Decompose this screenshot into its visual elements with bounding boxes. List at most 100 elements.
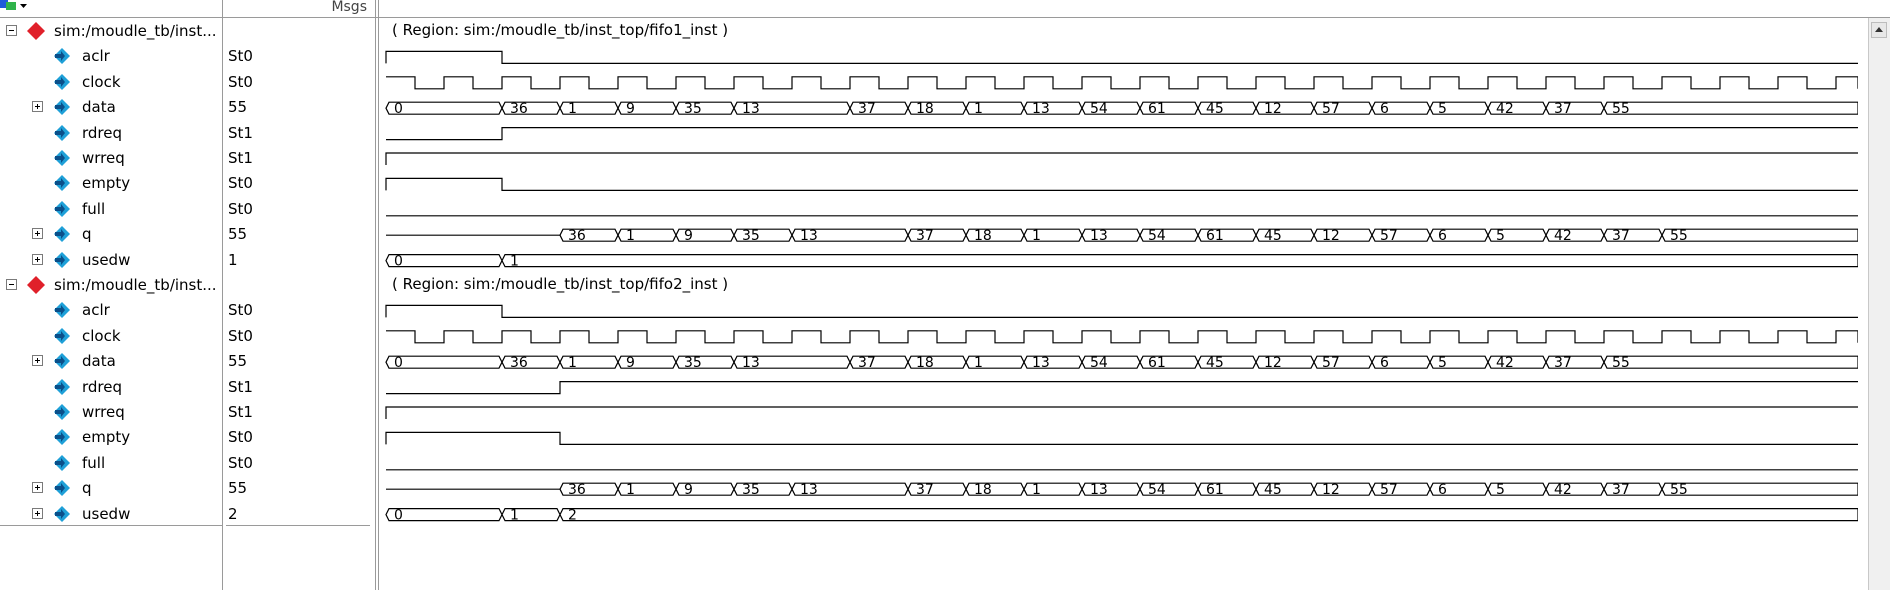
signal-row-aclr[interactable]: aclr	[0, 43, 221, 68]
bus-value-label: 1	[974, 355, 983, 371]
expand-signal-button[interactable]	[32, 228, 43, 240]
signal-row-full[interactable]: full	[0, 196, 221, 221]
signal-value-row: 55	[226, 348, 370, 373]
scroll-up-button[interactable]	[1871, 22, 1887, 38]
signal-group-row[interactable]: sim:/moudle_tb/inst...	[0, 18, 221, 43]
bus-value-label: 1	[974, 101, 983, 117]
signal-row-rdreq[interactable]: rdreq	[0, 120, 221, 145]
signal-name: clock	[82, 326, 121, 345]
bus-value-label: 5	[1438, 355, 1447, 371]
signal-value: St0	[228, 301, 253, 320]
bus-value-label: 55	[1612, 355, 1630, 371]
signal-value: St0	[228, 72, 253, 91]
signal-row-wrreq[interactable]: wrreq	[0, 145, 221, 170]
bus-value-label: 5	[1496, 482, 1505, 498]
signal-row-q[interactable]: q	[0, 221, 221, 246]
expand-signal-button[interactable]	[32, 253, 43, 265]
signal-value-row: 55	[226, 94, 370, 119]
bus-value-label: 9	[626, 101, 635, 117]
bus-value-label: 37	[916, 228, 934, 244]
waveform-canvas[interactable]: ( Region: sim:/moudle_tb/inst_top/fifo1_…	[381, 18, 1858, 590]
bus-value-label: 37	[916, 482, 934, 498]
collapse-group-button[interactable]	[6, 25, 17, 36]
signal-value-row: St0	[226, 43, 370, 68]
signal-row-usedw[interactable]: usedw	[0, 247, 221, 272]
signal-value-row: St0	[226, 323, 370, 348]
vertical-scrollbar[interactable]	[1868, 18, 1890, 590]
bus-value-label: 1	[1032, 228, 1041, 244]
bus-value-label: 42	[1554, 482, 1572, 498]
signal-value-row: 55	[226, 221, 370, 246]
expand-signal-button[interactable]	[32, 355, 43, 367]
signal-value: St1	[228, 149, 253, 167]
signal-value-row: St0	[226, 424, 370, 449]
bit-waveform	[385, 50, 1858, 64]
toolbar: Msgs	[0, 0, 1890, 17]
bus-value-label: 12	[1264, 101, 1282, 117]
bus-waveform: 01	[385, 254, 1858, 270]
signal-name: wrreq	[82, 403, 125, 421]
signal-row-clock[interactable]: clock	[0, 323, 221, 348]
bus-value-label: 55	[1670, 482, 1688, 498]
signal-icon	[54, 124, 70, 141]
bus-value-label: 18	[916, 355, 934, 371]
signal-row-usedw[interactable]: usedw	[0, 501, 221, 526]
region-label: ( Region: sim:/moudle_tb/inst_top/fifo2_…	[392, 275, 728, 294]
bus-value-label: 1	[626, 482, 635, 498]
bus-value-label: 36	[568, 228, 586, 244]
bus-value-label: 37	[1612, 482, 1630, 498]
names-values-splitter[interactable]	[222, 0, 223, 590]
bus-value-label: 55	[1612, 101, 1630, 117]
signal-row-empty[interactable]: empty	[0, 170, 221, 195]
signal-row-wrreq[interactable]: wrreq	[0, 399, 221, 424]
signal-value-row: 2	[226, 501, 370, 526]
bus-value-label: 36	[510, 101, 528, 117]
signal-value: 55	[228, 225, 248, 244]
bus-value-label: 13	[800, 228, 818, 244]
bus-value-label: 1	[568, 101, 577, 117]
signal-icon	[54, 200, 70, 217]
signal-icon	[54, 353, 70, 370]
signal-row-data[interactable]: data	[0, 348, 221, 373]
signal-group-row[interactable]: sim:/moudle_tb/inst...	[0, 272, 221, 297]
bus-value-label: 0	[394, 355, 403, 371]
expand-signal-button[interactable]	[32, 482, 43, 494]
expand-signal-button[interactable]	[32, 507, 43, 519]
signal-row-q[interactable]: q	[0, 475, 221, 500]
bus-value-label: 18	[916, 101, 934, 117]
bus-value-label: 35	[684, 101, 702, 117]
bus-segment	[1603, 101, 1858, 115]
signal-row-clock[interactable]: clock	[0, 69, 221, 94]
bus-value-label: 45	[1264, 228, 1282, 244]
signal-value-row: St1	[226, 374, 370, 399]
bus-waveform: 0 36 1 9 35 13 37 18 1 13 54 61 45 12 57 6 5 42 37 55	[385, 355, 1858, 371]
waveform-pane[interactable]: ( Region: sim:/moudle_tb/inst_top/fifo1_…	[381, 18, 1858, 590]
bus-value-label: 9	[626, 355, 635, 371]
signal-row-rdreq[interactable]: rdreq	[0, 374, 221, 399]
group-icon	[27, 276, 45, 294]
msgs-column-header[interactable]: Msgs	[223, 0, 367, 16]
bus-value-label: 57	[1380, 228, 1398, 244]
signal-name: clock	[82, 72, 121, 91]
bus-segment	[385, 508, 503, 522]
bus-value-label: 36	[510, 355, 528, 371]
wave-color-icon[interactable]	[0, 0, 28, 14]
bus-value-label: 42	[1554, 228, 1572, 244]
bit-waveform	[385, 152, 1858, 165]
signal-icon	[54, 175, 70, 192]
signal-icon	[54, 302, 70, 319]
bit-waveform	[386, 381, 1858, 395]
bus-value-label: 57	[1380, 482, 1398, 498]
expand-signal-button[interactable]	[32, 101, 43, 113]
values-wave-splitter[interactable]	[375, 0, 376, 590]
signal-row-data[interactable]: data	[0, 94, 221, 119]
bus-value-label: 9	[684, 482, 693, 498]
signal-row-aclr[interactable]: aclr	[0, 297, 221, 322]
arrow-up-icon	[1875, 27, 1883, 32]
bit-waveform	[385, 304, 1858, 318]
signal-row-full[interactable]: full	[0, 450, 221, 475]
signal-value: St1	[228, 123, 253, 142]
signal-value: St0	[228, 199, 253, 218]
signal-row-empty[interactable]: empty	[0, 424, 221, 449]
collapse-group-button[interactable]	[6, 279, 17, 290]
